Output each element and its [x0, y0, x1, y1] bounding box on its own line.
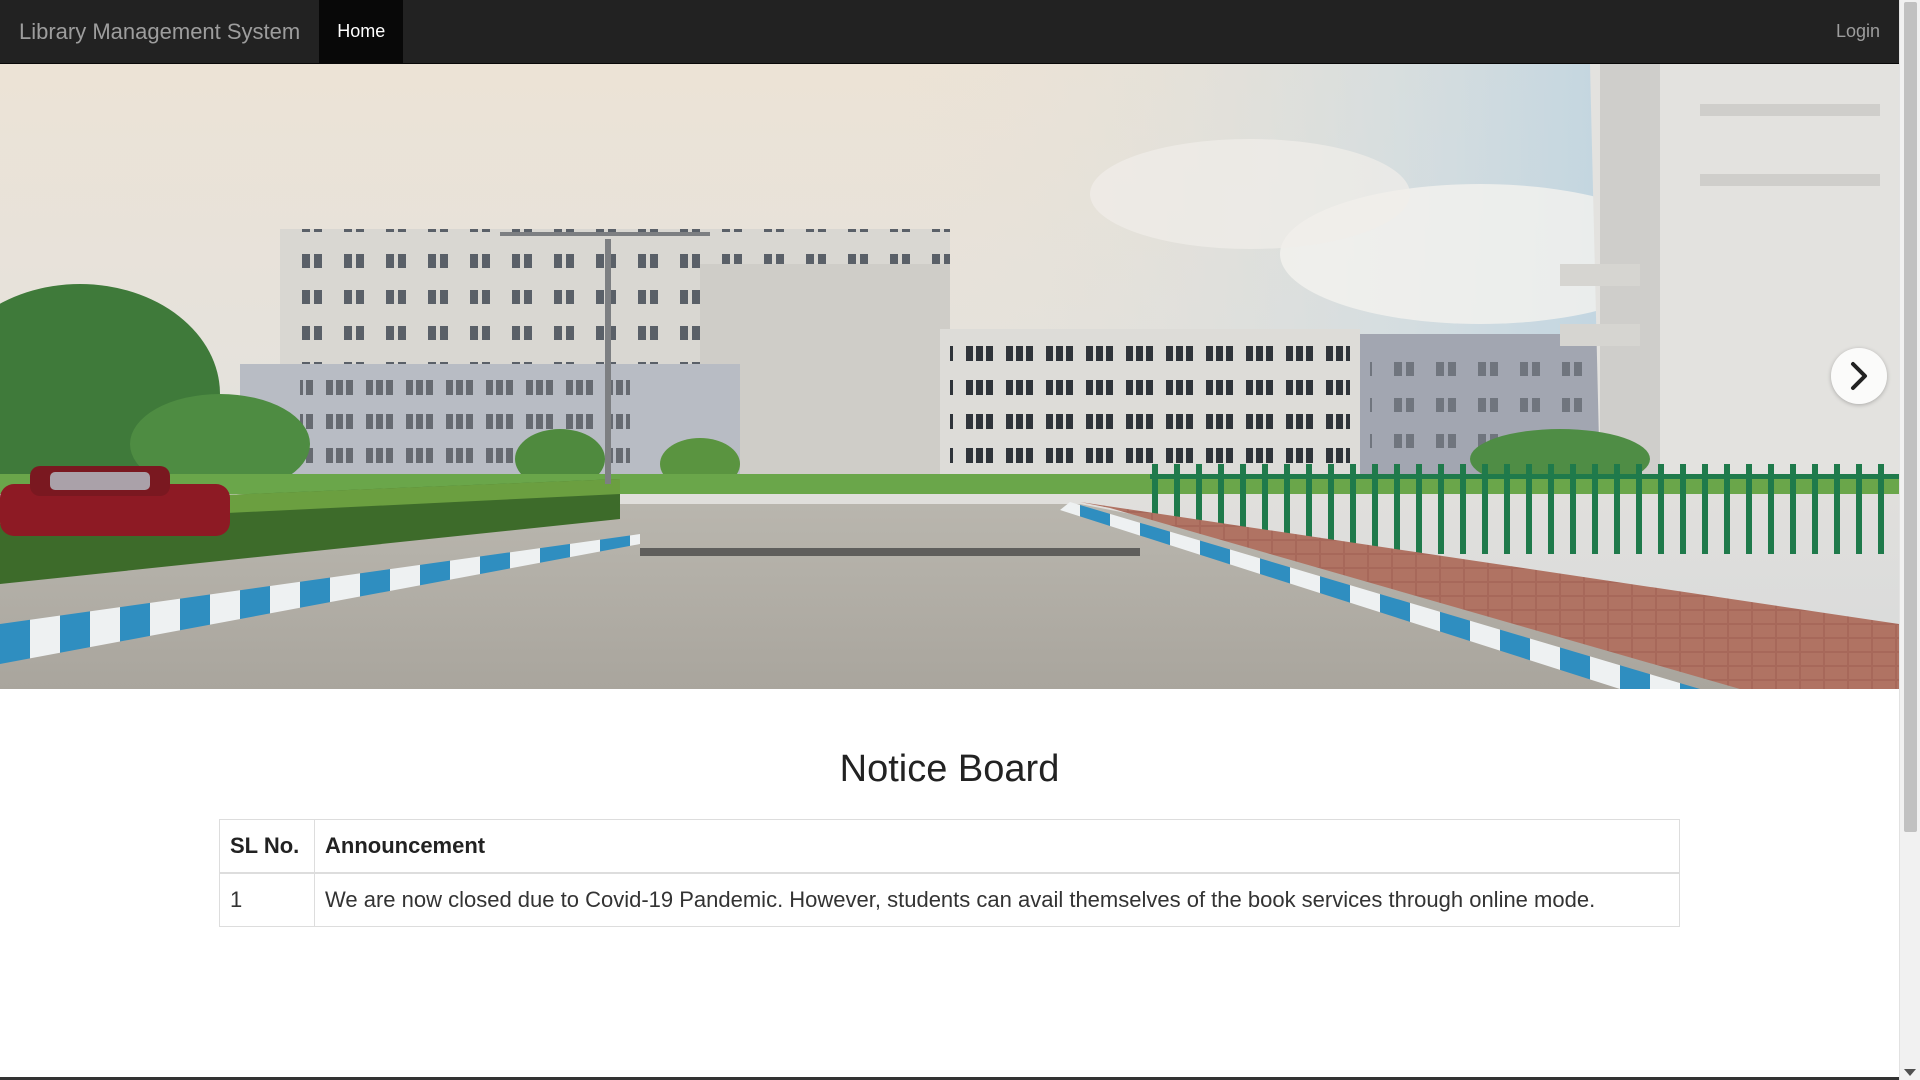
notice-board-title: Notice Board	[839, 748, 1060, 790]
notice-table-header-row: SL No. Announcement	[219, 819, 1680, 874]
table-cell-announcement: We are now closed due to Covid-19 Pandem…	[314, 872, 1680, 927]
brand-link[interactable]: Library Management System	[0, 0, 319, 63]
column-header-announcement: Announcement	[314, 819, 1680, 874]
column-header-sl-no: SL No.	[219, 819, 315, 874]
page: Library Management System Home Login Not…	[0, 0, 1920, 1080]
nav-home-label: Home	[337, 21, 386, 41]
vertical-scrollbar[interactable]	[1899, 0, 1920, 1080]
table-row: 1 We are now closed due to Covid-19 Pand…	[219, 872, 1680, 927]
scroll-down-arrow-icon[interactable]	[1904, 1069, 1916, 1076]
login-link[interactable]: Login	[1817, 0, 1899, 63]
scrollbar-thumb[interactable]	[1904, 2, 1917, 832]
campus-buildings-photo	[0, 64, 1899, 689]
top-navbar: Library Management System Home Login	[0, 0, 1899, 64]
chevron-right-icon	[1851, 362, 1867, 390]
notice-table: SL No. Announcement 1 We are now closed …	[219, 819, 1680, 927]
table-cell-sl-no: 1	[219, 872, 315, 927]
carousel-next-button[interactable]	[1831, 348, 1887, 404]
login-label: Login	[1835, 21, 1880, 41]
hero-carousel	[0, 64, 1899, 689]
nav-home[interactable]: Home	[319, 0, 404, 63]
